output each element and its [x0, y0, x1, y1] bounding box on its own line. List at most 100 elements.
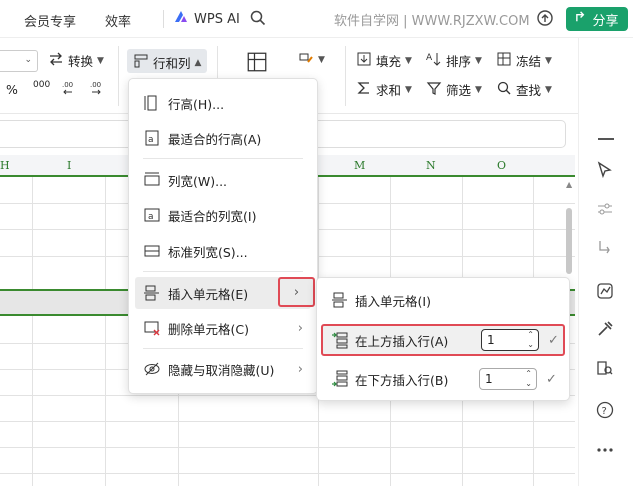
- chevron-down-icon: ▼: [97, 55, 104, 66]
- delete-cells-icon: [143, 319, 161, 337]
- share-button[interactable]: 分享: [566, 7, 628, 31]
- column-header[interactable]: O: [497, 159, 506, 172]
- column-header[interactable]: N: [426, 159, 436, 172]
- menu-item-hide-unhide[interactable]: 隐藏与取消隐藏(U) ›: [129, 353, 317, 385]
- svg-text:.00: .00: [62, 81, 73, 89]
- find-button[interactable]: 查找 ▼: [496, 80, 552, 99]
- wps-ai-button[interactable]: WPS AI: [173, 9, 240, 29]
- fill-button[interactable]: 填充 ▼: [356, 51, 412, 70]
- stepper-arrows-icon[interactable]: ⌃ ⌄: [527, 330, 534, 350]
- column-header[interactable]: M: [354, 159, 365, 172]
- menu-item-label: 行高(H)...: [168, 96, 225, 112]
- sum-icon: [356, 80, 372, 99]
- wps-ai-icon: [173, 9, 189, 29]
- check-icon[interactable]: ✓: [546, 372, 557, 387]
- menu-item-best-row-height[interactable]: a 最适合的行高(A): [129, 122, 317, 154]
- divider: [163, 10, 164, 28]
- menu-item-std-col-width[interactable]: 标准列宽(S)...: [129, 235, 317, 267]
- menu-item-label: 最适合的列宽(I): [168, 208, 257, 224]
- chevron-up-icon: ▲: [194, 57, 202, 68]
- row-column-button[interactable]: 行和列 ▲: [127, 49, 207, 73]
- find-icon: [496, 80, 512, 99]
- title-bar: 会员专享 效率 WPS AI 软件自学网 | WWW.RJZXW.COM 分享: [0, 0, 633, 38]
- tools-icon[interactable]: [595, 319, 615, 339]
- site-watermark: 软件自学网 | WWW.RJZXW.COM: [334, 14, 530, 29]
- filter-label: 筛选: [446, 83, 472, 98]
- best-col-width-icon: a: [143, 206, 161, 224]
- insert-above-count-stepper[interactable]: 1 ⌃ ⌄: [481, 329, 539, 351]
- chart-tool-icon[interactable]: [595, 281, 615, 301]
- submenu-item-label: 在下方插入行(B): [355, 372, 449, 388]
- std-col-width-icon: [143, 242, 161, 260]
- format-painter-icon[interactable]: ▼: [298, 52, 325, 68]
- hide-eye-icon: [143, 360, 161, 378]
- menu-efficiency[interactable]: 效率: [105, 11, 131, 30]
- filter-icon: [426, 80, 442, 99]
- insert-cells-submenu-arrow[interactable]: ›: [278, 277, 315, 307]
- adjust-icon[interactable]: [595, 199, 615, 219]
- submenu-item-insert-below[interactable]: 在下方插入行(B) 1 ⌃ ⌄ ✓: [317, 364, 569, 394]
- svg-text:.00: .00: [90, 81, 101, 89]
- row-column-label: 行和列: [153, 56, 191, 71]
- row-column-icon: [133, 53, 149, 72]
- row-column-inner: 行和列 ▲: [133, 53, 201, 72]
- freeze-button[interactable]: 冻结 ▼: [496, 51, 552, 70]
- sum-button[interactable]: 求和 ▼: [356, 80, 412, 99]
- chevron-right-icon: ›: [297, 361, 303, 377]
- percent-button[interactable]: %: [6, 82, 18, 97]
- share-icon: [575, 10, 588, 28]
- menu-member[interactable]: 会员专享: [24, 11, 76, 30]
- search-icon[interactable]: [249, 9, 267, 27]
- decrease-decimal-icon[interactable]: .00: [90, 80, 106, 96]
- more-icon[interactable]: [595, 440, 615, 460]
- svg-text:A: A: [426, 53, 433, 63]
- submenu-item-insert-above[interactable]: 在上方插入行(A) 1 ⌃ ⌄ ✓: [321, 324, 565, 356]
- ribbon-divider: [345, 46, 346, 106]
- row-height-icon: [143, 94, 161, 112]
- submenu-item-label: 在上方插入行(A): [355, 333, 449, 349]
- insert-cells-icon: [143, 284, 161, 302]
- number-format-dropdown[interactable]: ⌄: [0, 50, 38, 72]
- menu-item-delete-cells[interactable]: 删除单元格(C) ›: [129, 312, 317, 344]
- column-header[interactable]: I: [67, 159, 71, 172]
- stepper-arrows-icon[interactable]: ⌃ ⌄: [525, 369, 532, 389]
- cursor-icon[interactable]: [595, 160, 615, 180]
- wps-ai-label: WPS AI: [194, 11, 240, 27]
- check-icon[interactable]: ✓: [548, 333, 559, 348]
- vertical-scrollbar[interactable]: [566, 208, 572, 274]
- stepper-value: 1: [485, 372, 493, 386]
- menu-item-label: 列宽(W)...: [168, 173, 228, 189]
- column-header[interactable]: H: [0, 159, 10, 172]
- insert-cells-icon: [331, 291, 349, 309]
- table-style-icon[interactable]: [247, 52, 267, 72]
- sort-label: 排序: [446, 54, 472, 69]
- menu-item-best-col-width[interactable]: a 最适合的列宽(I): [129, 199, 317, 231]
- freeze-icon: [496, 51, 512, 70]
- insert-cells-submenu: 插入单元格(I) 在上方插入行(A) 1 ⌃ ⌄ ✓ 在下方插入行(B) 1 ⌃ ⌄…: [316, 277, 570, 401]
- thousands-button[interactable]: 000: [33, 80, 50, 90]
- find-label: 查找: [516, 83, 542, 98]
- insert-below-count-stepper[interactable]: 1 ⌃ ⌄: [479, 368, 537, 390]
- menu-item-label: 删除单元格(C): [168, 321, 249, 337]
- fill-icon: [356, 51, 372, 70]
- menu-item-row-height[interactable]: 行高(H)...: [129, 87, 317, 119]
- transform-icon[interactable]: [595, 238, 615, 258]
- submenu-item-insert-cells[interactable]: 插入单元格(I): [317, 285, 569, 315]
- freeze-label: 冻结: [516, 54, 542, 69]
- book-search-icon[interactable]: [595, 358, 615, 378]
- cloud-upload-icon[interactable]: [536, 9, 554, 27]
- insert-row-above-icon: [331, 331, 349, 349]
- filter-button[interactable]: 筛选 ▼: [426, 80, 482, 99]
- insert-row-below-icon: [331, 370, 349, 388]
- chevron-right-icon: ›: [297, 320, 303, 336]
- collapse-icon[interactable]: [598, 138, 614, 140]
- sort-button[interactable]: A 排序 ▼: [426, 51, 482, 70]
- convert-button[interactable]: 转换 ▼: [48, 51, 104, 70]
- help-icon[interactable]: ?: [595, 400, 615, 420]
- menu-item-col-width[interactable]: 列宽(W)...: [129, 164, 317, 196]
- svg-text:?: ?: [602, 406, 607, 417]
- best-row-height-icon: a: [143, 129, 161, 147]
- increase-decimal-icon[interactable]: .00: [62, 80, 78, 96]
- svg-text:a: a: [148, 212, 154, 222]
- scroll-up-icon[interactable]: ▲: [566, 180, 572, 189]
